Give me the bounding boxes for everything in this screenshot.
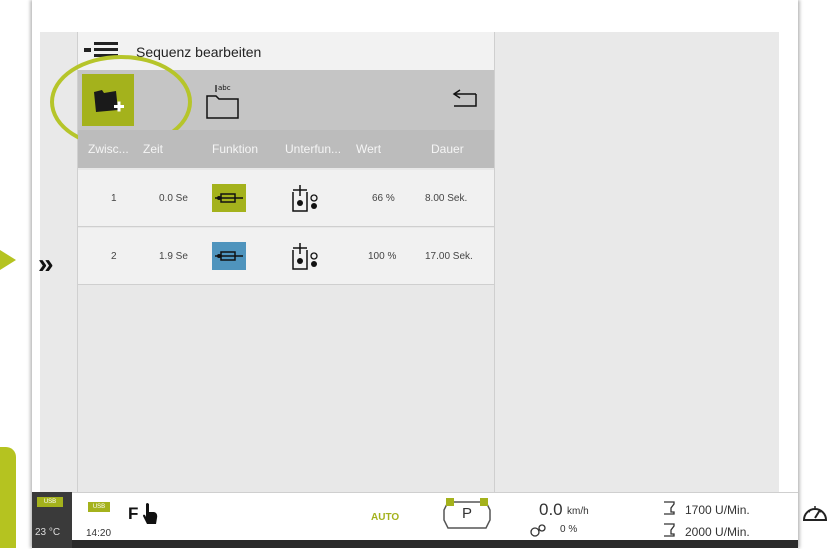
pointer-arrow xyxy=(0,250,16,270)
hydraulic-function-icon xyxy=(212,184,246,212)
column-header[interactable]: Funktion xyxy=(212,142,258,156)
row-time: 1.9 Se xyxy=(159,251,188,262)
row-duration: 17.00 Sek. xyxy=(425,251,473,262)
column-header[interactable]: Dauer xyxy=(431,142,464,156)
usb-icon: USB xyxy=(88,502,110,512)
valve-subfunction-icon xyxy=(292,243,318,270)
clock: 14:20 xyxy=(86,528,112,539)
row-value: 66 % xyxy=(372,193,395,204)
speedometer-icon[interactable] xyxy=(800,498,830,528)
park-label: P xyxy=(462,505,473,522)
f-label: F xyxy=(128,504,139,523)
svg-text:abc: abc xyxy=(218,84,231,92)
column-header[interactable]: Zwisc... xyxy=(88,142,129,156)
engine-rpm: 1700 U/Min. xyxy=(685,503,750,517)
column-header[interactable]: Wert xyxy=(356,142,381,156)
hydraulic-function-icon xyxy=(212,242,246,270)
side-accent-bar xyxy=(0,447,16,548)
expand-chevron-icon[interactable]: » xyxy=(38,248,54,280)
speed-unit: km/h xyxy=(567,506,589,517)
row-index: 2 xyxy=(111,251,117,262)
wheel-slip-icon xyxy=(530,524,546,537)
row-duration: 8.00 Sek. xyxy=(425,193,468,204)
auto-indicator[interactable]: AUTO xyxy=(371,512,399,523)
back-icon[interactable] xyxy=(448,86,482,114)
speed-value: 0.0 xyxy=(539,500,563,519)
row-value: 100 % xyxy=(368,251,397,262)
temperature-readout: 23 °C xyxy=(35,527,61,538)
pto-rpm-icon xyxy=(664,523,675,537)
slip-value: 0 % xyxy=(560,524,578,535)
function-key-button[interactable]: F xyxy=(128,502,162,526)
valve-subfunction-icon xyxy=(292,185,318,212)
column-header[interactable]: Zeit xyxy=(143,142,163,156)
usb-icon: USB xyxy=(37,497,63,507)
engine-rpm-icon xyxy=(664,501,675,515)
pto-rpm: 2000 U/Min. xyxy=(685,525,750,539)
status-bottom-strip xyxy=(72,540,798,548)
row-index: 1 xyxy=(111,193,117,204)
rename-folder-icon[interactable]: abc xyxy=(204,80,244,122)
hand-pointer-icon xyxy=(143,503,158,524)
page-title: Sequenz bearbeiten xyxy=(136,44,262,60)
row-time: 0.0 Se xyxy=(159,193,188,204)
column-header[interactable]: Unterfun... xyxy=(285,142,341,156)
